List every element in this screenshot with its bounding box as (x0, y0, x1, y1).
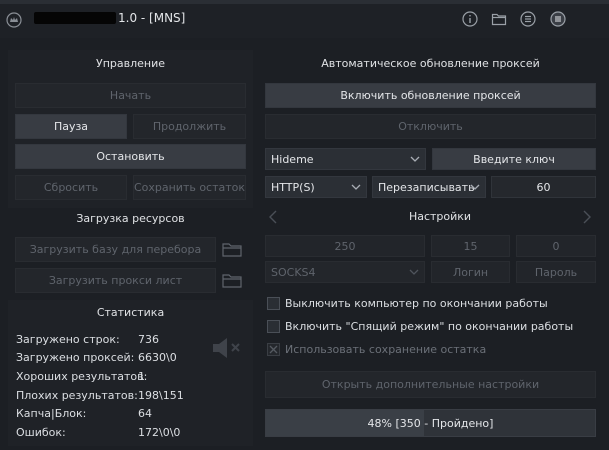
enable-proxy-update-button[interactable]: Включить обновление проксей (265, 83, 596, 108)
stat-label: Загружено строк: (16, 333, 120, 346)
chevron-down-icon (409, 269, 419, 275)
retries-input[interactable]: 0 (516, 235, 596, 257)
chevron-down-icon (410, 156, 420, 162)
chevron-left-icon[interactable] (268, 210, 278, 224)
stat-label: Загружено проксей: (16, 351, 135, 364)
protocol-value: HTTP(S) (271, 180, 315, 194)
settings-header: Настройки (408, 210, 472, 223)
redacted-title (34, 12, 116, 24)
enter-key-button[interactable]: Введите ключ (432, 148, 596, 170)
more-settings-button[interactable]: Открыть дополнительные настройки (265, 371, 596, 398)
stat-label: Плохих результатов: (16, 389, 138, 402)
password-input[interactable]: Пароль (516, 261, 596, 283)
stat-value: 736 (138, 333, 159, 346)
pause-button[interactable]: Пауза (15, 114, 127, 139)
load-base-button[interactable]: Загрузить базу для перебора (15, 237, 216, 262)
reset-button[interactable]: Сбросить (15, 175, 127, 200)
resume-button[interactable]: Продолжить (133, 114, 246, 139)
stat-value: 172\0\0 (138, 426, 181, 439)
proxy-type-select[interactable]: SOCKS4 (265, 261, 425, 283)
stats-header: Статистика (96, 306, 165, 319)
folder-icon[interactable] (221, 241, 243, 259)
shutdown-label: Выключить компьютер по окончании работы (285, 297, 548, 310)
protocol-select[interactable]: HTTP(S) (265, 176, 367, 198)
resources-header: Загрузка ресурсов (76, 212, 185, 225)
shutdown-checkbox[interactable] (267, 297, 280, 310)
stat-value: 64 (138, 407, 152, 420)
proxy-update-header: Автоматическое обновление проксей (321, 57, 540, 70)
timeout-input[interactable]: 15 (431, 235, 510, 257)
update-mode-value: Перезаписывать (378, 180, 475, 194)
info-icon[interactable] (462, 11, 478, 27)
stop-button[interactable]: Остановить (15, 144, 246, 169)
control-header: Управление (95, 57, 165, 70)
proxy-source-value: Hideme (271, 152, 314, 166)
list-icon[interactable] (520, 11, 536, 27)
top-strip (0, 0, 609, 4)
start-button[interactable]: Начать (15, 83, 246, 108)
folder-icon[interactable] (491, 11, 507, 27)
sleep-checkbox[interactable] (267, 320, 280, 333)
update-mode-select[interactable]: Перезаписывать (372, 176, 486, 198)
save-rest-button[interactable]: Сохранить остаток (133, 175, 246, 200)
load-proxy-button[interactable]: Загрузить прокси лист (15, 268, 216, 293)
proxy-type-value: SOCKS4 (271, 265, 316, 279)
update-interval-input[interactable]: 60 (491, 176, 596, 198)
save-rest-checkbox[interactable] (267, 343, 280, 356)
save-rest-label: Использовать сохранение остатка (285, 343, 487, 356)
menu-icon[interactable] (550, 11, 566, 27)
window-title: 1.0 - [MNS] (118, 11, 186, 25)
stat-value: 1 (138, 370, 145, 383)
progress-text: 48% [350 - Пройдено] (367, 417, 494, 430)
stat-value: 198\151 (138, 389, 184, 402)
login-input[interactable]: Логин (431, 261, 510, 283)
speaker-muted-icon[interactable] (210, 337, 242, 359)
chevron-right-icon[interactable] (582, 210, 592, 224)
chevron-down-icon (351, 184, 361, 190)
stat-label: Капча|Блок: (16, 407, 87, 420)
threads-input[interactable]: 250 (265, 235, 425, 257)
stat-label: Хороших результатов: (16, 370, 148, 383)
crown-icon (6, 12, 22, 28)
chevron-down-icon (470, 184, 480, 190)
disable-proxy-update-button[interactable]: Отключить (265, 114, 596, 139)
folder-icon[interactable] (221, 272, 243, 290)
sleep-label: Включить "Спящий режим" по окончании раб… (285, 320, 574, 333)
stat-value: 6630\0 (138, 351, 177, 364)
stat-label: Ошибок: (16, 426, 66, 439)
checkmark-x-icon (269, 345, 278, 354)
progress-bar: 48% [350 - Пройдено] (265, 409, 596, 437)
proxy-source-select[interactable]: Hideme (265, 148, 426, 170)
